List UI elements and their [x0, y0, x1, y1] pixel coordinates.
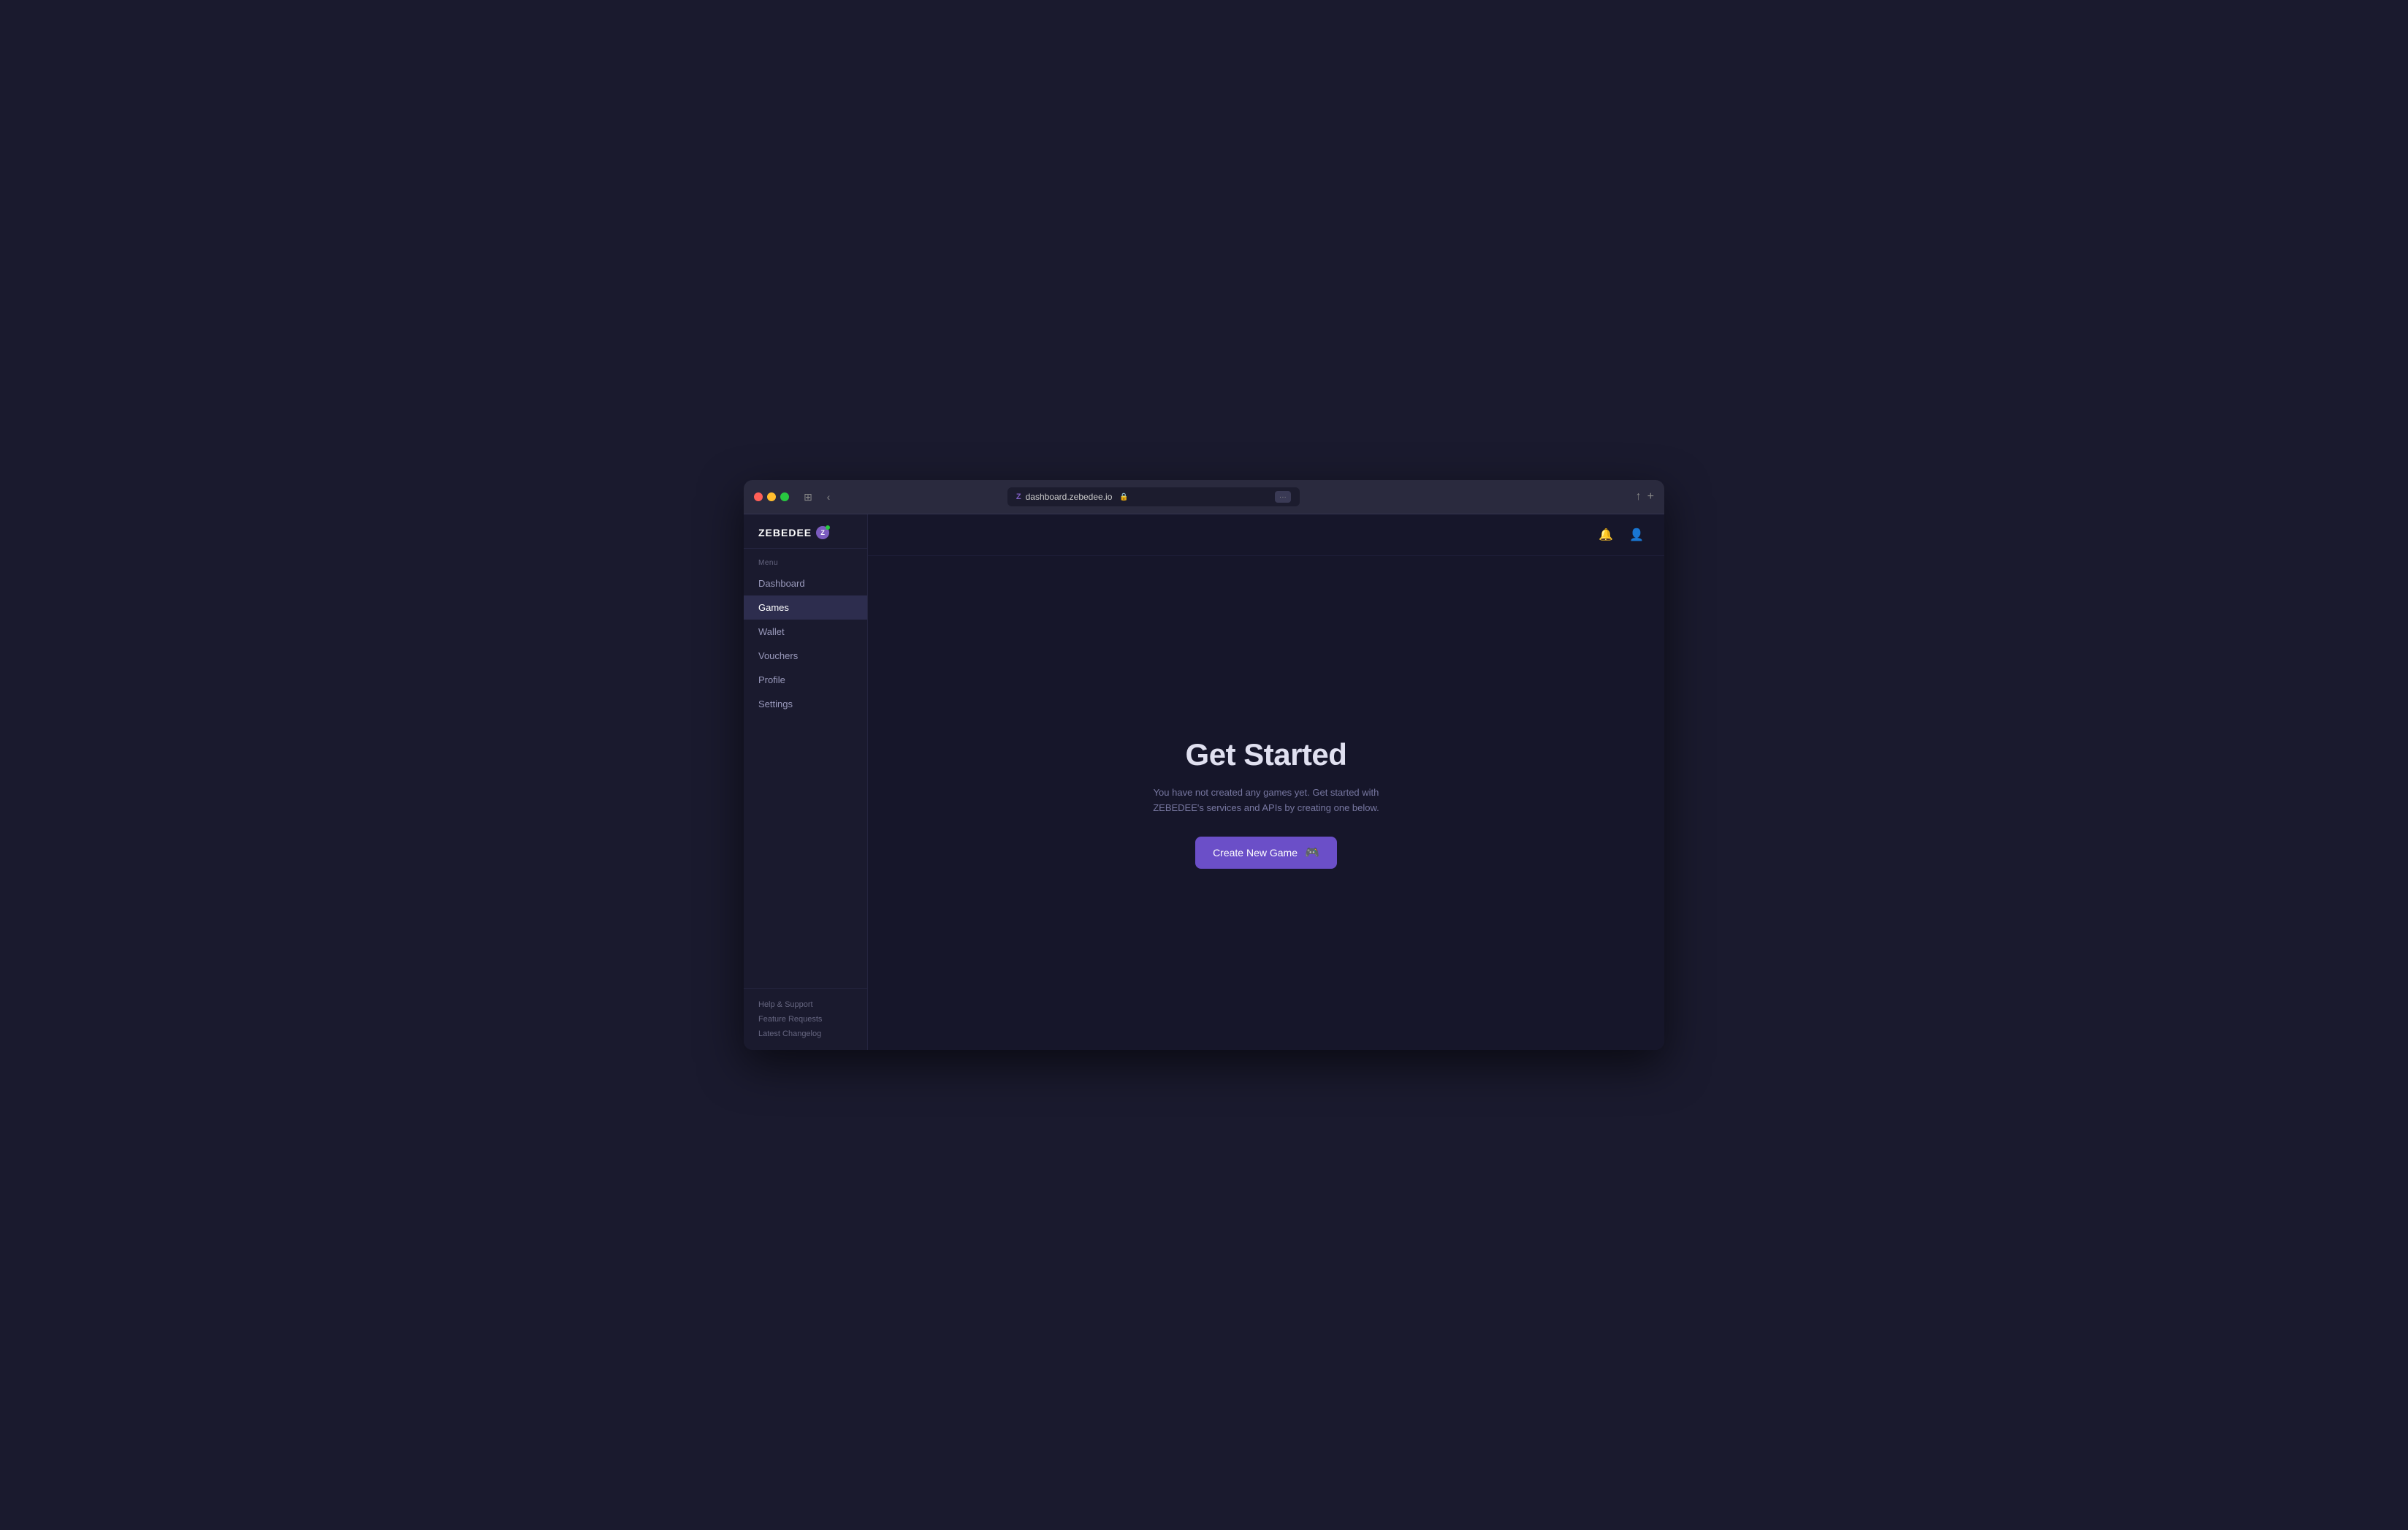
page-description: You have not created any games yet. Get … [1153, 785, 1379, 816]
latest-changelog-link[interactable]: Latest Changelog [758, 1029, 853, 1038]
sidebar-footer: Help & Support Feature Requests Latest C… [744, 988, 867, 1050]
content-area: Get Started You have not created any gam… [868, 556, 1664, 1050]
sidebar-item-games[interactable]: Games [744, 595, 867, 620]
share-button[interactable]: ↑ [1636, 490, 1642, 503]
more-options-button[interactable]: ··· [1275, 491, 1291, 503]
help-support-link[interactable]: Help & Support [758, 1000, 853, 1009]
sidebar-item-wallet[interactable]: Wallet [744, 620, 867, 644]
browser-window: ⊞ ‹ Z dashboard.zebedee.io 🔒 ··· ↑ + ZEB… [744, 480, 1664, 1050]
feature-requests-link[interactable]: Feature Requests [758, 1015, 853, 1024]
notifications-button[interactable]: 🔔 [1596, 525, 1616, 545]
create-new-game-button[interactable]: Create New Game 🎮 [1195, 837, 1337, 869]
logo-text: ZEBEDEE [758, 527, 812, 538]
new-tab-button[interactable]: + [1647, 490, 1654, 503]
minimize-button[interactable] [767, 492, 776, 501]
sidebar-toggle-button[interactable]: ⊞ [801, 490, 815, 504]
close-button[interactable] [754, 492, 763, 501]
favicon-icon: Z [1016, 492, 1021, 501]
sidebar-item-profile[interactable]: Profile [744, 668, 867, 692]
browser-chrome: ⊞ ‹ Z dashboard.zebedee.io 🔒 ··· ↑ + [744, 480, 1664, 514]
desc-line2: ZEBEDEE's services and APIs by creating … [1153, 802, 1379, 813]
user-profile-button[interactable]: 👤 [1626, 525, 1647, 545]
sidebar-nav: Menu Dashboard Games Wallet Vouchers Pro… [744, 549, 867, 988]
main-content: 🔔 👤 Get Started You have not created any… [868, 514, 1664, 1050]
logo-status-dot [826, 525, 830, 530]
back-button[interactable]: ‹ [821, 490, 836, 504]
browser-controls: ⊞ ‹ [801, 490, 836, 504]
sidebar-header: ZEBEDEE Z [744, 514, 867, 549]
app-container: ZEBEDEE Z Menu Dashboard Games Wallet Vo… [744, 514, 1664, 1050]
sidebar-item-settings[interactable]: Settings [744, 692, 867, 716]
page-title: Get Started [1186, 737, 1347, 772]
sidebar: ZEBEDEE Z Menu Dashboard Games Wallet Vo… [744, 514, 868, 1050]
create-game-label: Create New Game [1213, 847, 1298, 859]
traffic-lights [754, 492, 789, 501]
url-text: dashboard.zebedee.io [1026, 492, 1113, 502]
address-bar[interactable]: Z dashboard.zebedee.io 🔒 ··· [1007, 487, 1300, 506]
logo-icon: Z [816, 526, 829, 539]
browser-actions: ↑ + [1636, 490, 1654, 503]
sidebar-item-vouchers[interactable]: Vouchers [744, 644, 867, 668]
desc-line1: You have not created any games yet. Get … [1154, 787, 1379, 798]
maximize-button[interactable] [780, 492, 789, 501]
lock-icon: 🔒 [1119, 493, 1128, 501]
top-bar: 🔔 👤 [868, 514, 1664, 556]
menu-label: Menu [744, 549, 867, 571]
gamepad-icon: 🎮 [1305, 845, 1319, 860]
sidebar-item-dashboard[interactable]: Dashboard [744, 571, 867, 595]
